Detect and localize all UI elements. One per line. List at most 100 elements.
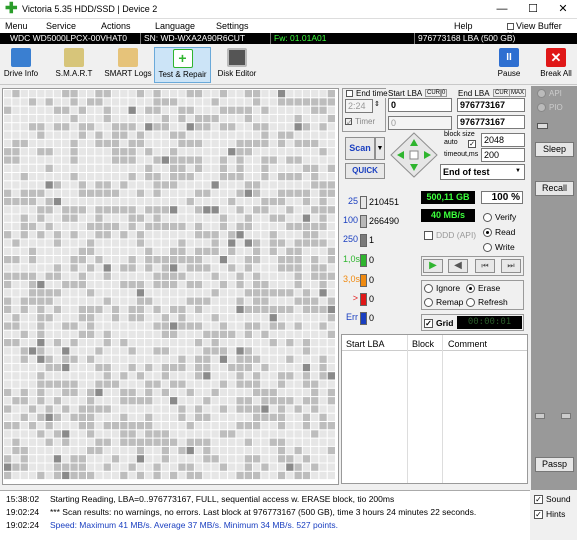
start-zero-button[interactable]: 0 [440, 89, 448, 97]
log-row: 19:02:24 Speed: Maximum 41 MB/s. Average … [6, 520, 338, 532]
ddd-api-checkbox-icon [424, 231, 433, 241]
menu-item-actions[interactable]: Actions [101, 21, 131, 31]
col-block[interactable]: Block [412, 339, 434, 349]
log-time: 19:02:24 [6, 507, 40, 517]
play-button[interactable]: ▶ [423, 259, 443, 273]
legend-threshold: > [352, 293, 358, 303]
log-row: 15:38:02 Starting Reading, LBA=0..9767731… [6, 494, 394, 506]
close-button[interactable]: ✕ [548, 0, 577, 19]
block-size-select[interactable]: 2048 [481, 133, 525, 147]
verify-radio[interactable]: Verify [483, 212, 516, 223]
legend-count: 210451 [369, 197, 400, 207]
device-capacity: 976773168 LBA (500 GB) [414, 33, 515, 44]
timer-input[interactable]: 0 [388, 116, 452, 130]
sleep-button[interactable]: Sleep [535, 142, 574, 157]
hints-checkbox[interactable]: ✓ Hints [534, 509, 566, 520]
timeout-select[interactable]: 200 [481, 148, 525, 162]
legend-swatch [360, 215, 367, 228]
maximize-button[interactable]: ☐ [518, 0, 548, 19]
grid-checkbox[interactable]: ✓ Grid [424, 318, 453, 329]
remap-radio[interactable]: Remap [424, 297, 464, 308]
legend-threshold: 25 [347, 196, 358, 206]
legend-swatch [360, 254, 367, 267]
hints-checkbox-icon: ✓ [534, 510, 543, 520]
end-of-test-select[interactable]: End of test [440, 164, 525, 180]
recall-button[interactable]: Recall [535, 181, 574, 196]
legend-count: 1 [369, 235, 375, 245]
device-info-bar: WDC WD5000LPCX-00VHAT0 SN: WD-WXA2A90R6C… [0, 33, 577, 44]
ddd-api-checkbox[interactable]: DDD (API) [424, 230, 477, 241]
menu-item-help[interactable]: Help [454, 21, 473, 31]
start-lba-input[interactable]: 0 [388, 98, 452, 112]
end-cur-button[interactable]: CUR [493, 89, 510, 97]
col-comment[interactable]: Comment [448, 339, 487, 349]
end-time-input[interactable]: 2:24 [345, 99, 373, 113]
device-serial: SN: WD-WXA2A90R6CUT [140, 33, 245, 44]
menu-item-settings[interactable]: Settings [216, 21, 249, 31]
ignore-label: Ignore [436, 283, 461, 293]
end-time-spin-icon[interactable]: ⇕ [374, 100, 380, 108]
pause-button[interactable]: II Pause [494, 47, 524, 83]
menu-item-language[interactable]: Language [155, 21, 195, 31]
smart-logs-icon [118, 48, 138, 67]
test-repair-button[interactable]: + Test & Repair [154, 47, 211, 83]
ddd-api-label: DDD (API) [436, 230, 477, 240]
drive-info-label: Drive Info [3, 69, 39, 78]
skip-end-button[interactable]: ⏭ [501, 259, 521, 273]
erase-radio[interactable]: Erase [466, 283, 501, 294]
start-lba-label: Start LBA [388, 89, 423, 98]
pio-radio[interactable]: PIO [537, 103, 563, 113]
scan-dropdown-icon[interactable]: ▼ [375, 137, 385, 160]
refresh-radio[interactable]: Refresh [466, 297, 508, 308]
speed-display: 40 MB/s [421, 209, 475, 222]
disk-editor-button[interactable]: Disk Editor [216, 47, 258, 83]
defect-table: Start LBA Block Comment [341, 334, 528, 484]
end-lba-input[interactable]: 976773167 [457, 98, 525, 112]
write-radio-icon [483, 243, 492, 253]
legend-swatch [360, 293, 367, 306]
reverse-button[interactable]: ◀ [448, 259, 468, 273]
direction-pad[interactable] [390, 132, 438, 178]
legend-threshold: 100 [343, 215, 359, 225]
pio-label: PIO [549, 103, 563, 112]
log-time: 15:38:02 [6, 494, 40, 504]
block-auto-checkbox[interactable]: ✓ [468, 140, 476, 148]
end-time-checkbox[interactable] [346, 90, 353, 98]
legend-swatch [360, 312, 367, 325]
scan-grid-canvas [4, 90, 335, 480]
side-slider-left[interactable] [535, 413, 545, 419]
sound-checkbox-icon: ✓ [534, 495, 543, 505]
hints-label: Hints [546, 509, 566, 519]
end-time-label-text: End time [356, 89, 388, 98]
event-log: 15:38:02 Starting Reading, LBA=0..9767731… [0, 490, 530, 540]
minimize-button[interactable]: — [487, 0, 517, 19]
remap-radio-icon [424, 298, 433, 308]
menu-item-menu[interactable]: Menu [5, 21, 28, 31]
skip-back-button[interactable]: ⏮ [475, 259, 495, 273]
quick-button[interactable]: QUICK [345, 163, 385, 179]
app-logo-icon: ✚ [5, 0, 18, 17]
log-text: Starting Reading, LBA=0..976773167, FULL… [50, 494, 395, 504]
remap-label: Remap [436, 297, 464, 307]
ignore-radio[interactable]: Ignore [424, 283, 461, 294]
end-max-button[interactable]: MAX [509, 89, 527, 97]
write-radio[interactable]: Write [483, 242, 515, 253]
timer-checkbox[interactable]: ✓ [345, 118, 353, 127]
drive-info-button[interactable]: Drive Info [2, 47, 40, 83]
menu-bar: Menu Service Actions Language Settings H… [0, 19, 577, 41]
percent-unit: % [511, 192, 520, 203]
legend-swatch [360, 196, 367, 209]
end-of-test-dropdown-icon[interactable]: ▼ [515, 168, 521, 174]
scan-button[interactable]: Scan [345, 137, 375, 160]
side-slider-right[interactable] [561, 413, 571, 419]
menu-item-service[interactable]: Service [46, 21, 76, 31]
smart-logs-button[interactable]: SMART Logs [104, 47, 152, 83]
api-radio[interactable]: API [537, 89, 562, 99]
erase-label: Erase [478, 283, 501, 293]
smart-button[interactable]: S.M.A.R.T [54, 47, 94, 83]
passp-button[interactable]: Passp [535, 457, 574, 472]
sound-checkbox[interactable]: ✓ Sound [534, 494, 571, 505]
read-radio[interactable]: Read [483, 227, 515, 238]
break-all-button[interactable]: ✕ Break All [538, 47, 574, 83]
col-start-lba[interactable]: Start LBA [346, 339, 385, 349]
